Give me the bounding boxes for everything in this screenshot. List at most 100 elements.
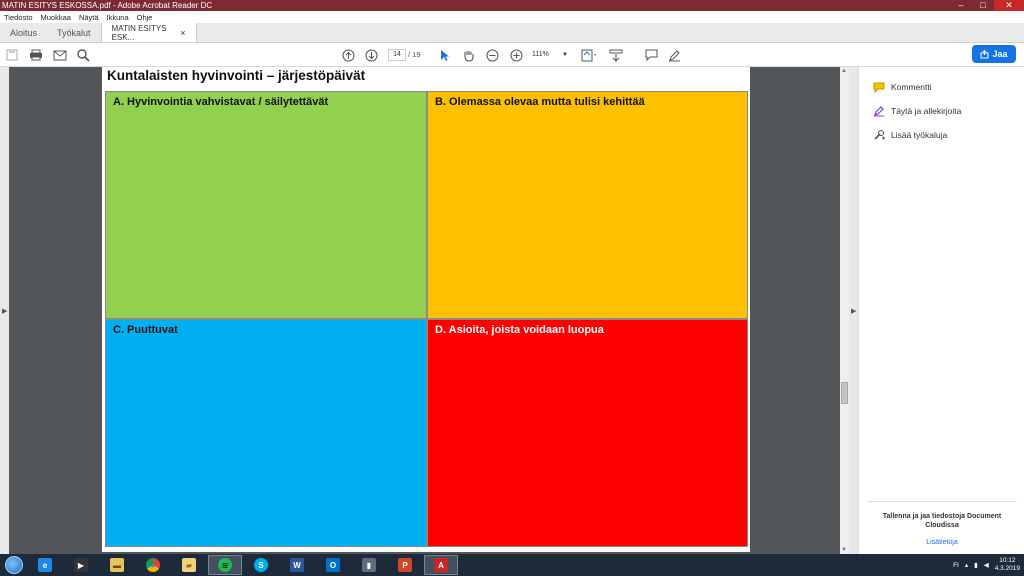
tools-panel: Kommentti Täytä ja allekirjoita Lisää ty… [858, 67, 1024, 554]
window-title: MATIN ESITYS ESKOSSA.pdf - Adobe Acrobat… [2, 1, 213, 10]
search-icon[interactable] [77, 47, 90, 63]
share-button[interactable]: Jaa [972, 45, 1016, 63]
system-tray: FI ▴ ▮ ◀ 10:12 4.3.2019 [953, 554, 1020, 576]
clock-time: 10:12 [999, 557, 1016, 564]
taskbar-word[interactable]: W [280, 555, 314, 575]
window-titlebar: MATIN ESITYS ESKOSSA.pdf - Adobe Acrobat… [0, 0, 1024, 11]
scroll-up-icon[interactable]: ▲ [841, 68, 847, 74]
menu-file[interactable]: Tiedosto [4, 13, 33, 22]
taskbar-app[interactable]: ▮ [352, 555, 386, 575]
page-total: / 19 [408, 50, 421, 59]
quadrant-d: D. Asioita, joista voidaan luopua [427, 319, 748, 547]
media-player-icon: ▶ [74, 558, 88, 572]
clock[interactable]: 10:12 4.3.2019 [995, 557, 1020, 573]
quadrant-c-label: C. Puuttuvat [113, 324, 178, 336]
page-number-input[interactable]: 14 [388, 49, 406, 61]
comment-icon [873, 81, 885, 93]
maximize-button[interactable]: □ [972, 0, 994, 11]
outlook-icon: O [326, 558, 340, 572]
promo-text: Tallenna ja jaa tiedostoja Document Clou… [882, 513, 1002, 529]
fill-sign-icon [873, 105, 885, 117]
windows-logo-icon [5, 556, 23, 574]
taskbar-skype[interactable]: S [244, 555, 278, 575]
quadrant-d-label: D. Asioita, joista voidaan luopua [435, 324, 604, 336]
email-icon[interactable] [53, 47, 67, 63]
chrome-icon: ● [146, 558, 160, 572]
menu-edit[interactable]: Muokkaa [41, 13, 71, 22]
taskbar-ie[interactable]: e [28, 555, 62, 575]
document-title: Kuntalaisten hyvinvointi – järjestöpäivä… [107, 68, 366, 83]
taskbar-spotify[interactable]: ≋ [208, 555, 242, 575]
taskbar-powerpoint[interactable]: P [388, 555, 422, 575]
spotify-icon: ≋ [218, 558, 232, 572]
print-icon[interactable] [29, 47, 43, 63]
taskbar-media[interactable]: ▶ [64, 555, 98, 575]
volume-icon[interactable]: ◀ [984, 561, 989, 569]
zoom-out-icon[interactable] [486, 47, 499, 63]
network-icon[interactable]: ▮ [974, 561, 978, 569]
previous-page-icon[interactable] [342, 47, 355, 63]
scroll-mode-icon[interactable] [609, 47, 623, 63]
tab-document-label: MATIN ESITYS ESK... [111, 23, 167, 42]
minimize-button[interactable]: – [950, 0, 972, 11]
panel-item-fill-sign[interactable]: Täytä ja allekirjoita [873, 104, 961, 118]
panel-item-comment[interactable]: Kommentti [873, 80, 932, 94]
save-icon[interactable] [6, 47, 18, 63]
language-indicator[interactable]: FI [953, 562, 959, 569]
app-icon: ▮ [362, 558, 376, 572]
panel-item-more-tools[interactable]: Lisää työkaluja [873, 128, 947, 142]
share-icon [980, 49, 989, 58]
taskbar-folder[interactable]: ▰ [172, 555, 206, 575]
quadrant-a: A. Hyvinvointia vahvistavat / säilytettä… [105, 91, 427, 319]
tray-chevron-icon[interactable]: ▴ [965, 561, 968, 569]
panel-item-more-tools-label: Lisää työkaluja [891, 130, 948, 140]
document-cloud-promo: Tallenna ja jaa tiedostoja Document Clou… [867, 501, 1017, 547]
left-panel-toggle[interactable]: ▶ [0, 67, 9, 554]
powerpoint-icon: P [398, 558, 412, 572]
select-cursor-icon[interactable] [440, 47, 450, 63]
panel-item-comment-label: Kommentti [891, 82, 932, 92]
zoom-select[interactable]: 111% ▼ [532, 49, 570, 61]
fit-page-icon[interactable] [581, 47, 597, 63]
taskbar-chrome[interactable]: ● [136, 555, 170, 575]
promo-link[interactable]: Lisätietoja [867, 538, 1017, 547]
folder-icon: ▰ [182, 558, 196, 572]
draw-tool-icon[interactable] [668, 47, 681, 63]
quadrant-b-label: B. Olemassa olevaa mutta tulisi kehittää [435, 96, 645, 108]
close-window-button[interactable]: ✕ [994, 0, 1024, 11]
more-tools-icon [873, 129, 885, 141]
tab-document[interactable]: MATIN ESITYS ESK... × [100, 23, 197, 42]
taskbar-outlook[interactable]: O [316, 555, 350, 575]
right-panel-toggle[interactable]: ▶ [849, 67, 858, 554]
zoom-value: 111% [532, 51, 549, 58]
panel-item-fill-sign-label: Täytä ja allekirjoita [891, 106, 962, 116]
start-button[interactable] [0, 554, 28, 576]
windows-taskbar: e ▶ ▬ ● ▰ ≋ S W O ▮ P A FI ▴ ▮ ◀ 10:12 4… [0, 554, 1024, 576]
menu-view[interactable]: Näytä [79, 13, 99, 22]
internet-explorer-icon: e [38, 558, 52, 572]
vertical-scrollbar[interactable]: ▲ ▼ [840, 67, 849, 554]
menu-window[interactable]: Ikkuna [107, 13, 129, 22]
scrollbar-thumb[interactable] [841, 382, 848, 404]
next-page-icon[interactable] [365, 47, 378, 63]
taskbar-acrobat[interactable]: A [424, 555, 458, 575]
chevron-down-icon: ▼ [562, 52, 568, 58]
tab-home[interactable]: Aloitus [0, 23, 47, 42]
quadrant-b: B. Olemassa olevaa mutta tulisi kehittää [427, 91, 748, 319]
quadrant-a-label: A. Hyvinvointia vahvistavat / säilytettä… [113, 96, 329, 108]
hand-tool-icon[interactable] [462, 47, 475, 63]
skype-icon: S [254, 558, 268, 572]
tab-close-button[interactable]: × [180, 28, 185, 38]
taskbar-explorer[interactable]: ▬ [100, 555, 134, 575]
file-explorer-icon: ▬ [110, 558, 124, 572]
quadrant-c: C. Puuttuvat [105, 319, 427, 547]
tab-tools[interactable]: Työkalut [47, 23, 101, 42]
zoom-in-icon[interactable] [510, 47, 523, 63]
comment-tool-icon[interactable] [645, 47, 658, 63]
toolbar: 14 / 19 111% ▼ [0, 43, 1024, 67]
tab-bar: Aloitus Työkalut MATIN ESITYS ESK... × [0, 23, 1024, 43]
scroll-down-icon[interactable]: ▼ [841, 547, 847, 553]
share-button-label: Jaa [992, 49, 1008, 59]
chevron-right-icon: ▶ [2, 308, 8, 315]
menu-help[interactable]: Ohje [137, 13, 153, 22]
